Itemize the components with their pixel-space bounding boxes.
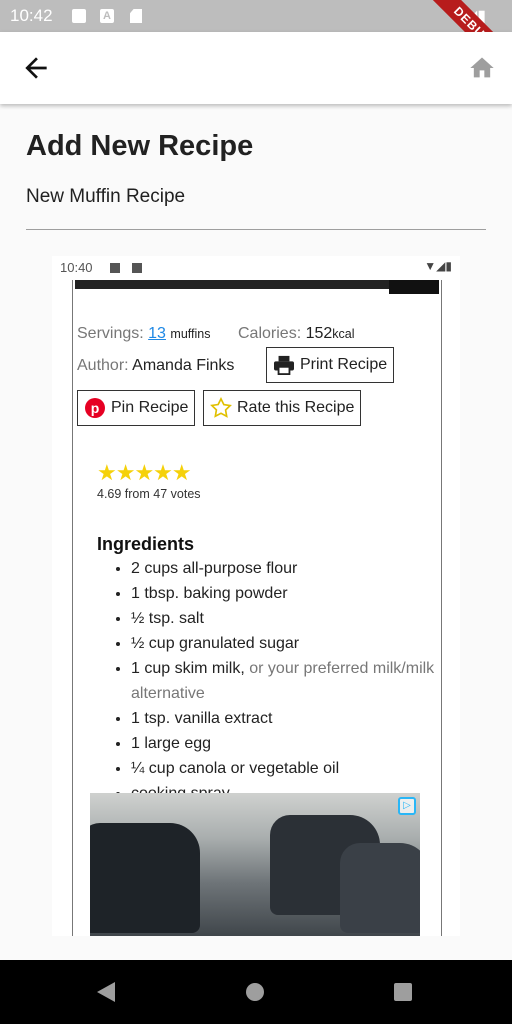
pinterest-icon: p (85, 398, 105, 418)
ingredient-item: ½ cup granulated sugar (131, 631, 441, 656)
servings-label: Servings: (77, 325, 144, 342)
rate-recipe-button[interactable]: Rate this Recipe (203, 390, 362, 426)
nav-recents-icon[interactable] (394, 983, 412, 1001)
advertisement-image[interactable]: ▷ (90, 793, 420, 936)
nav-home-icon[interactable] (246, 983, 264, 1001)
pin-recipe-button[interactable]: p Pin Recipe (77, 390, 196, 426)
photo-icon (72, 9, 86, 23)
ad-car-shape (90, 823, 200, 933)
sd-card-icon (130, 9, 142, 23)
app-bar (0, 32, 512, 104)
embedded-a-icon (110, 263, 120, 273)
ingredient-item: 1 tbsp. baking powder (131, 581, 441, 606)
back-arrow-icon[interactable] (20, 52, 52, 84)
calories-label: Calories: (238, 325, 302, 342)
recipe-header-image (389, 280, 439, 294)
author-label: Author: (77, 357, 129, 374)
servings: Servings: 13 muffins (77, 325, 210, 343)
star-outline-icon (210, 397, 232, 418)
ingredient-item: 1 large egg (131, 731, 441, 756)
calories-value: 152 (305, 325, 333, 342)
ingredient-item: ½ tsp. salt (131, 606, 441, 631)
ingredient-item: 2 cups all-purpose flour (131, 556, 441, 581)
ingredient-item: 1 cup skim milk, or your preferred milk/… (131, 656, 441, 706)
author: Author: Amanda Finks (77, 357, 234, 375)
embedded-time: 10:40 (60, 260, 93, 275)
author-value: Amanda Finks (132, 357, 235, 374)
status-time: 10:42 (10, 6, 53, 25)
ingredients-heading: Ingredients (97, 534, 195, 554)
recipe-name: New Muffin Recipe (26, 186, 186, 207)
divider (26, 229, 486, 230)
ingredient-text: 1 cup skim milk, (131, 660, 245, 677)
embedded-sd-icon (132, 263, 142, 273)
print-recipe-button[interactable]: Print Recipe (266, 347, 395, 383)
ingredients-list: 2 cups all-purpose flour 1 tbsp. baking … (111, 556, 441, 806)
rate-recipe-label: Rate this Recipe (237, 399, 355, 416)
ingredient-item: 1 tsp. vanilla extract (131, 706, 441, 731)
recipe-header-strip (75, 280, 437, 289)
calories: Calories: 152kcal (238, 325, 355, 343)
calories-unit: kcal (332, 327, 355, 341)
rating-stars[interactable]: ★★★★★ (97, 460, 192, 486)
nav-back-icon[interactable] (97, 982, 115, 1002)
rating-votes: 4.69 from 47 votes (97, 487, 201, 501)
servings-value[interactable]: 13 (148, 325, 166, 342)
system-nav-bar (0, 960, 512, 1024)
print-recipe-label: Print Recipe (300, 356, 388, 373)
embedded-signal-icon: ▼◢▮ (424, 259, 452, 273)
pin-recipe-label: Pin Recipe (111, 399, 189, 416)
status-bar: 10:42 A ▼◢▮ DEBUG (0, 0, 512, 87)
printer-icon (274, 355, 294, 375)
a-notification-icon: A (100, 9, 114, 23)
ingredient-item: ¼ cup canola or vegetable oil (131, 756, 441, 781)
adchoices-icon[interactable]: ▷ (398, 797, 416, 815)
svg-text:p: p (91, 400, 100, 416)
home-icon[interactable] (468, 54, 496, 82)
servings-unit: muffins (170, 327, 211, 341)
embedded-status-bar: 10:40 ▼◢▮ (52, 256, 460, 280)
ad-car-shape (340, 843, 420, 933)
recipe-screenshot: 10:40 ▼◢▮ Servings: 13 muffins Calories:… (52, 256, 460, 936)
page-title: Add New Recipe (26, 130, 254, 162)
